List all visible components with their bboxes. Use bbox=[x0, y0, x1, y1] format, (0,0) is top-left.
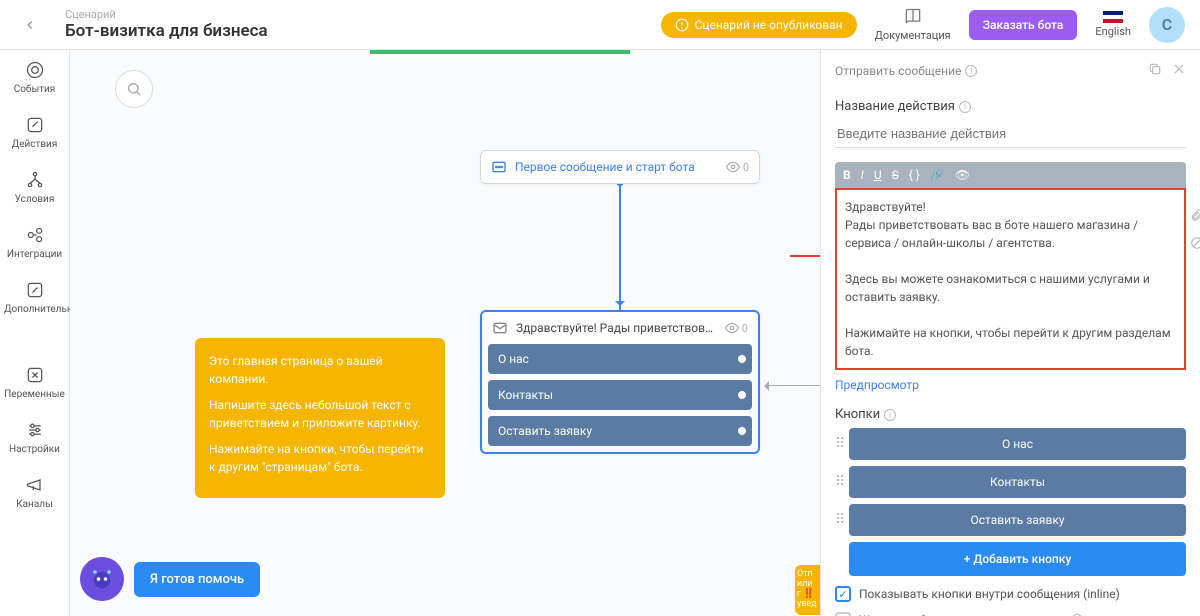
close-button[interactable] bbox=[1172, 62, 1186, 79]
language-switcher[interactable]: English bbox=[1095, 11, 1131, 38]
language-label: English bbox=[1095, 25, 1131, 38]
envelope-icon bbox=[492, 320, 508, 336]
panel-btn-contacts[interactable]: Контакты bbox=[849, 466, 1186, 498]
drag-handle[interactable]: ⠿ bbox=[835, 512, 849, 528]
puzzle-icon bbox=[25, 225, 45, 245]
edit-icon bbox=[25, 280, 45, 300]
paperclip-icon bbox=[1190, 208, 1200, 222]
variable-icon bbox=[25, 365, 45, 385]
panel-btn-request[interactable]: Оставить заявку bbox=[849, 504, 1186, 536]
branch-icon bbox=[25, 170, 45, 190]
canvas-search-button[interactable] bbox=[115, 70, 153, 108]
node-views: 0 bbox=[726, 160, 749, 174]
action-name-input[interactable] bbox=[835, 120, 1186, 148]
drag-handle[interactable]: ⠿ bbox=[835, 474, 849, 490]
forbid-button[interactable] bbox=[1190, 236, 1200, 254]
page-subtitle: Сценарий bbox=[65, 8, 661, 21]
strike-button[interactable]: S bbox=[892, 168, 899, 182]
node-views: 0 bbox=[725, 321, 748, 335]
sidebar-channels[interactable]: Каналы bbox=[0, 465, 69, 520]
help-button[interactable]: Я готов помочь bbox=[134, 562, 260, 597]
progress-bar bbox=[370, 50, 630, 54]
underline-button[interactable]: U bbox=[874, 168, 882, 182]
sidebar-settings[interactable]: Настройки bbox=[0, 410, 69, 465]
hint-tooltip: Это главная страница о вашей компании. Н… bbox=[195, 338, 445, 498]
search-icon bbox=[126, 81, 142, 97]
copy-button[interactable] bbox=[1148, 62, 1162, 79]
message-editor[interactable]: Здравствуйте! Рады приветствовать вас в … bbox=[835, 188, 1186, 370]
sidebar-extra[interactable]: Дополнительно bbox=[0, 270, 69, 325]
connector-line bbox=[619, 178, 621, 310]
link-button[interactable]: 🔗 bbox=[930, 168, 945, 182]
node-start-title: Первое сообщение и старт бота bbox=[515, 160, 718, 174]
docs-link[interactable]: Документация bbox=[875, 7, 951, 42]
flag-icon bbox=[1103, 11, 1123, 23]
panel-btn-about[interactable]: О нас bbox=[849, 428, 1186, 460]
action-icon bbox=[25, 115, 45, 135]
editor-toolbar: B I U S { } 🔗 👁 bbox=[835, 162, 1186, 188]
flow-canvas[interactable]: Первое сообщение и старт бота 0 Здравств… bbox=[70, 50, 820, 616]
docs-label: Документация bbox=[875, 29, 951, 42]
bot-icon bbox=[80, 557, 124, 601]
add-button[interactable]: + Добавить кнопку bbox=[849, 542, 1186, 576]
node-greeting-title: Здравствуйте! Рады приветствовать вас в … bbox=[516, 321, 717, 335]
page-title: Бот-визитка для бизнеса bbox=[65, 21, 661, 41]
drag-handle[interactable]: ⠿ bbox=[835, 436, 849, 452]
panel-title: Отправить сообщение bbox=[835, 64, 961, 78]
megaphone-icon bbox=[25, 475, 45, 495]
sidebar-actions[interactable]: Действия bbox=[0, 105, 69, 160]
node-start[interactable]: Первое сообщение и старт бота 0 bbox=[480, 150, 760, 184]
eye-icon bbox=[726, 160, 740, 174]
highlight-arrow bbox=[790, 255, 820, 257]
info-icon[interactable]: i bbox=[959, 101, 971, 113]
properties-panel: Отправить сообщение i Название действия … bbox=[820, 50, 1200, 616]
left-sidebar: События Действия Условия Интеграции Допо… bbox=[0, 50, 70, 616]
sidebar-variables[interactable]: Переменные bbox=[0, 355, 69, 410]
attach-button[interactable] bbox=[1190, 208, 1200, 226]
page-title-block: Сценарий Бот-визитка для бизнеса bbox=[65, 8, 661, 41]
preview-button[interactable]: 👁 bbox=[955, 168, 970, 182]
node-btn-request[interactable]: Оставить заявку bbox=[488, 416, 752, 446]
partial-tooltip: Отп или г ‼️ увед bbox=[795, 565, 820, 615]
node-greeting[interactable]: Здравствуйте! Рады приветствовать вас в … bbox=[480, 310, 760, 454]
inline-checkbox[interactable]: ✓ bbox=[835, 586, 851, 602]
info-icon[interactable]: i bbox=[965, 65, 977, 77]
buttons-label: Кнопки bbox=[835, 407, 880, 422]
node-btn-about[interactable]: О нас bbox=[488, 344, 752, 374]
code-button[interactable]: { } bbox=[909, 168, 920, 182]
order-bot-button[interactable]: Заказать бота bbox=[969, 10, 1078, 40]
info-icon[interactable]: i bbox=[884, 409, 896, 421]
eye-icon bbox=[725, 321, 739, 335]
action-name-label: Название действия bbox=[835, 99, 955, 114]
sidebar-conditions[interactable]: Условия bbox=[0, 160, 69, 215]
node-btn-contacts[interactable]: Контакты bbox=[488, 380, 752, 410]
sliders-icon bbox=[25, 420, 45, 440]
inline-label: Показывать кнопки внутри сообщения (inli… bbox=[859, 587, 1120, 601]
italic-button[interactable]: I bbox=[861, 168, 864, 182]
help-widget[interactable]: Я готов помочь bbox=[80, 557, 260, 601]
preview-link[interactable]: Предпросмотр bbox=[835, 378, 919, 392]
message-icon bbox=[491, 159, 507, 175]
bold-button[interactable]: B bbox=[843, 168, 851, 182]
warning-icon bbox=[675, 18, 689, 32]
forbid-icon bbox=[1190, 236, 1200, 250]
back-button[interactable] bbox=[15, 10, 45, 40]
connector-out bbox=[765, 385, 820, 386]
user-avatar[interactable]: C bbox=[1149, 7, 1185, 43]
sidebar-integrations[interactable]: Интеграции bbox=[0, 215, 69, 270]
sidebar-events[interactable]: События bbox=[0, 50, 69, 105]
target-icon bbox=[25, 60, 45, 80]
close-icon bbox=[1172, 62, 1186, 76]
unpublished-label: Сценарий не опубликован bbox=[695, 18, 843, 32]
wait-checkbox[interactable] bbox=[835, 612, 851, 616]
book-icon bbox=[902, 7, 924, 27]
unpublished-badge[interactable]: Сценарий не опубликован bbox=[661, 12, 857, 38]
